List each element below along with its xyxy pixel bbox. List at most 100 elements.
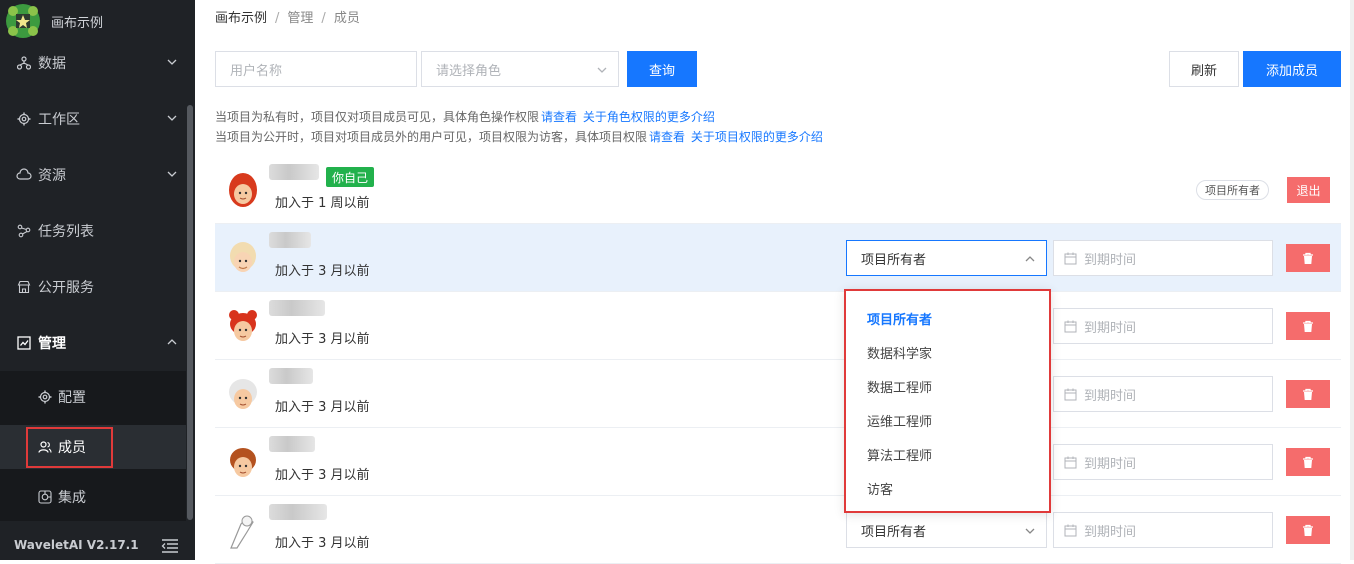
chevron-down-icon xyxy=(1025,528,1035,534)
role-option[interactable]: 数据工程师 xyxy=(867,377,932,396)
delete-button[interactable] xyxy=(1286,516,1330,544)
member-name-blurred xyxy=(269,300,325,316)
trash-icon xyxy=(1303,456,1313,468)
role-option[interactable]: 数据科学家 xyxy=(867,343,932,362)
notice-private: 当项目为私有时，项目仅对项目成员可见，具体角色操作权限 请查看 关于角色权限的更多… xyxy=(215,108,715,125)
member-name-blurred xyxy=(269,436,315,452)
logo-row[interactable]: 画布示例 xyxy=(0,0,195,42)
sidebar-item-workspace[interactable]: 工作区 xyxy=(0,99,186,139)
breadcrumb-separator: / xyxy=(275,11,280,26)
cloud-icon xyxy=(16,167,32,183)
role-select-value: 项目所有者 xyxy=(861,252,927,268)
avatar xyxy=(229,379,257,409)
sidebar-item-label: 资源 xyxy=(38,168,66,184)
sidebar-scrollbar[interactable] xyxy=(187,105,193,520)
username-input[interactable]: 用户名称 xyxy=(215,51,417,87)
sidebar: 画布示例 数据 工作区 资源 任务列表 公开服务 管理 配置 成员 集成 Wav… xyxy=(0,0,195,560)
chart-icon xyxy=(16,335,32,351)
notice-text: 当项目为公开时，项目对项目成员外的用户可见，项目权限为访客，具体项目权限 xyxy=(215,130,648,144)
sidebar-item-resources[interactable]: 资源 xyxy=(0,155,186,195)
trash-icon xyxy=(1303,252,1313,264)
member-row: 加入于 3 月以前 到期时间 xyxy=(215,292,1341,360)
delete-button[interactable] xyxy=(1286,312,1330,340)
role-option[interactable]: 访客 xyxy=(867,479,893,498)
sidebar-item-public-services[interactable]: 公开服务 xyxy=(0,267,186,307)
role-option[interactable]: 算法工程师 xyxy=(867,445,932,464)
avatar xyxy=(230,448,256,477)
role-tag: 项目所有者 xyxy=(1196,180,1269,200)
notice-link-project-permissions[interactable]: 关于项目权限的更多介绍 xyxy=(691,130,823,144)
delete-button[interactable] xyxy=(1286,380,1330,408)
chevron-down-icon xyxy=(167,59,177,65)
main-content: 画布示例 / 管理 / 成员 用户名称 请选择角色 查询 刷新 添加成员 当项目为私有时… xyxy=(195,0,1354,564)
avatar xyxy=(230,242,256,272)
breadcrumb: 画布示例 / 管理 / 成员 xyxy=(215,7,360,26)
workspace-gear-icon xyxy=(16,111,32,127)
notice-link-view[interactable]: 请查看 xyxy=(541,110,577,124)
member-row: 你自己 加入于 1 周以前 项目所有者 退出 xyxy=(215,156,1341,224)
trash-icon xyxy=(1303,524,1313,536)
sidebar-item-label: 工作区 xyxy=(38,112,80,128)
sidebar-item-data[interactable]: 数据 xyxy=(0,43,186,83)
notice-link-view[interactable]: 请查看 xyxy=(649,130,685,144)
calendar-icon xyxy=(1064,388,1077,401)
avatar xyxy=(229,173,257,207)
member-joined: 加入于 1 周以前 xyxy=(275,196,370,211)
breadcrumb-separator: / xyxy=(321,11,326,26)
sidebar-item-label: 任务列表 xyxy=(38,224,94,240)
app-logo xyxy=(6,4,40,38)
breadcrumb-item[interactable]: 管理 xyxy=(287,11,313,26)
annotation-highlight-members xyxy=(26,427,113,468)
member-name-blurred xyxy=(269,368,313,384)
store-icon xyxy=(16,279,32,295)
member-joined: 加入于 3 月以前 xyxy=(275,536,370,551)
trash-icon xyxy=(1303,388,1313,400)
expiry-date-input[interactable]: 到期时间 xyxy=(1053,444,1273,480)
sidebar-item-tasks[interactable]: 任务列表 xyxy=(0,211,186,251)
refresh-button[interactable]: 刷新 xyxy=(1169,51,1239,87)
sidebar-subitem-config[interactable]: 配置 xyxy=(0,375,186,419)
delete-button[interactable] xyxy=(1286,448,1330,476)
member-name-blurred xyxy=(269,164,319,180)
main-scrollbar[interactable] xyxy=(1350,0,1354,560)
integration-icon xyxy=(38,490,52,504)
member-row: 加入于 3 月以前 项目所有者 到期时间 xyxy=(215,224,1341,292)
sidebar-item-label: 公开服务 xyxy=(38,280,94,296)
role-option[interactable]: 运维工程师 xyxy=(867,411,932,430)
sidebar-subitem-integration[interactable]: 集成 xyxy=(0,475,186,519)
collapse-menu-icon[interactable] xyxy=(161,538,179,554)
chevron-up-icon xyxy=(1025,256,1035,262)
notice-link-role-permissions[interactable]: 关于角色权限的更多介绍 xyxy=(583,110,715,124)
expiry-date-placeholder: 到期时间 xyxy=(1084,456,1137,472)
sidebar-item-label: 管理 xyxy=(38,336,66,352)
exit-button[interactable]: 退出 xyxy=(1287,177,1330,203)
expiry-date-input[interactable]: 到期时间 xyxy=(1053,240,1273,276)
role-select[interactable]: 项目所有者 xyxy=(846,512,1047,548)
expiry-date-input[interactable]: 到期时间 xyxy=(1053,376,1273,412)
add-member-button[interactable]: 添加成员 xyxy=(1243,51,1341,87)
chevron-down-icon xyxy=(167,171,177,177)
member-joined: 加入于 3 月以前 xyxy=(275,468,370,483)
app-version: WaveletAI V2.17.1 xyxy=(14,538,139,552)
calendar-icon xyxy=(1064,456,1077,469)
role-option[interactable]: 项目所有者 xyxy=(867,309,932,328)
breadcrumb-item: 成员 xyxy=(333,11,360,26)
role-dropdown: 项目所有者 数据科学家 数据工程师 运维工程师 算法工程师 访客 xyxy=(844,289,1051,513)
sidebar-item-label: 数据 xyxy=(38,56,66,72)
breadcrumb-item[interactable]: 画布示例 xyxy=(215,11,267,26)
role-select[interactable]: 项目所有者 xyxy=(846,240,1047,276)
member-name-blurred xyxy=(269,232,311,248)
chevron-up-icon xyxy=(167,339,177,345)
expiry-date-input[interactable]: 到期时间 xyxy=(1053,308,1273,344)
sidebar-item-management[interactable]: 管理 xyxy=(0,323,186,363)
member-joined: 加入于 3 月以前 xyxy=(275,264,370,279)
member-row: 加入于 3 月以前 到期时间 xyxy=(215,360,1341,428)
role-filter-select[interactable]: 请选择角色 xyxy=(421,51,619,87)
calendar-icon xyxy=(1064,320,1077,333)
version-row: WaveletAI V2.17.1 xyxy=(0,530,195,560)
expiry-date-input[interactable]: 到期时间 xyxy=(1053,512,1273,548)
trash-icon xyxy=(1303,320,1313,332)
delete-button[interactable] xyxy=(1286,244,1330,272)
role-select-value: 项目所有者 xyxy=(861,524,927,540)
query-button[interactable]: 查询 xyxy=(627,51,697,87)
